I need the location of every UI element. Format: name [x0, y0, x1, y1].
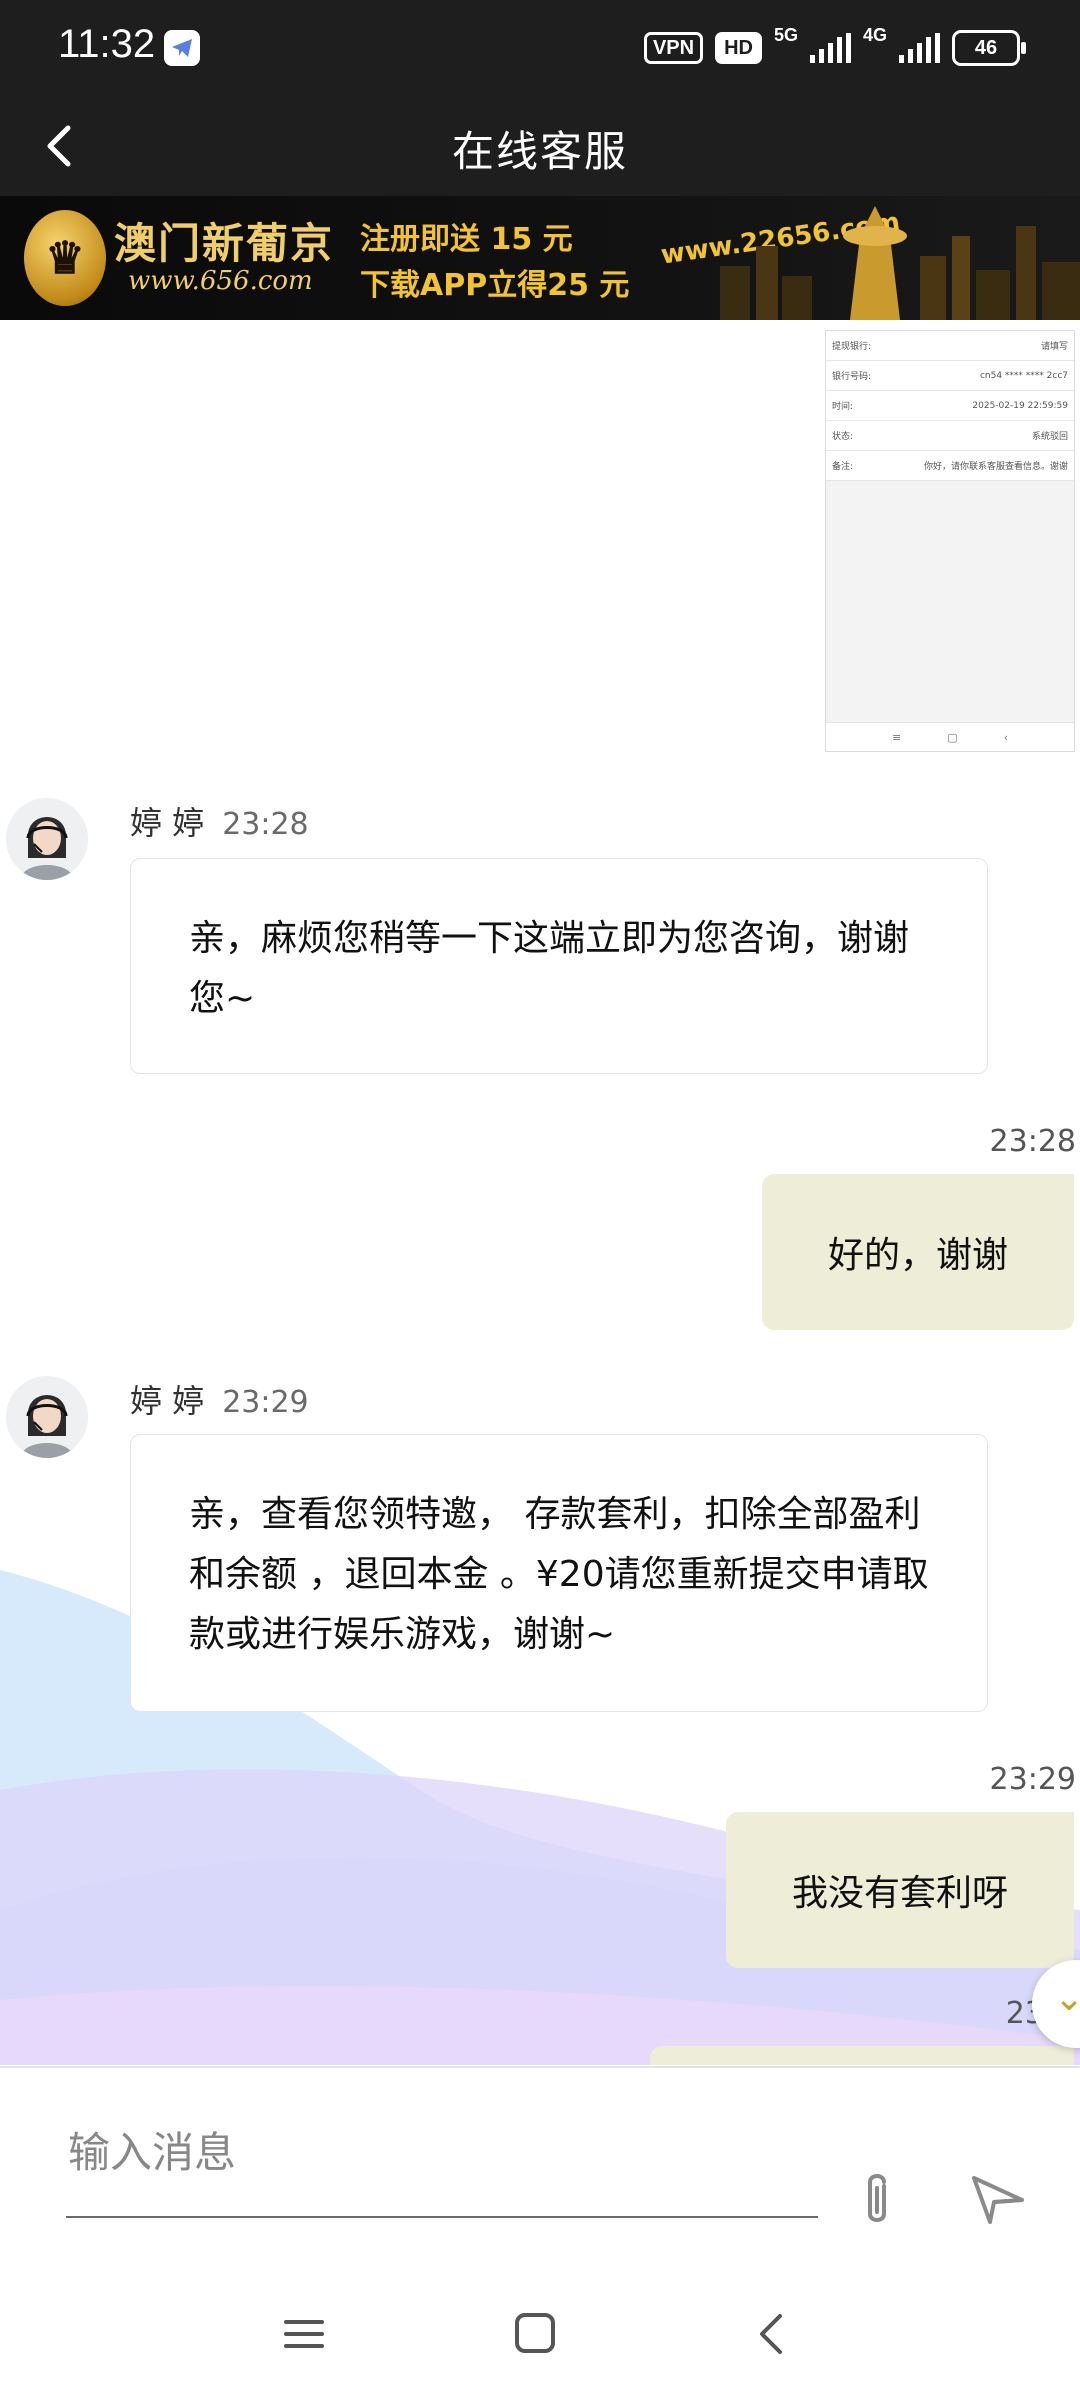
system-nav-bar [0, 2266, 1080, 2400]
paperclip-icon [868, 2174, 886, 2222]
input-underline [66, 2216, 818, 2218]
home-icon: ▢ [947, 730, 958, 744]
banner-promo-line2: 下载APP立得25 元 [360, 268, 630, 303]
preview-label: 银行号码: [832, 372, 872, 382]
message-time: 23:28 [989, 1124, 1076, 1159]
sender-name: 婷 婷 [130, 804, 205, 842]
send-button[interactable] [968, 2172, 1028, 2226]
preview-value: cn54 **** **** 2cc7 [979, 370, 1068, 381]
preview-label: 提现银行: [832, 342, 872, 352]
preview-label: 备注: [832, 462, 854, 472]
menu-icon [284, 2320, 324, 2348]
status-indicators: VPN HD 5G 4G 46 [643, 25, 1026, 68]
outgoing-message[interactable] [650, 2046, 1074, 2065]
menu-icon: ≡ [891, 730, 902, 744]
message-text: 我没有套利呀 [791, 1873, 1008, 1914]
message-sender: 婷 婷 23:29 [130, 1376, 309, 1422]
back-arrow-icon [760, 2314, 782, 2354]
attach-button[interactable] [850, 2168, 904, 2232]
sender-name: 婷 婷 [130, 1382, 205, 1420]
banner-brand-site: www.656.com [128, 266, 313, 296]
message-text: 亲，麻烦您稍等一下这端立即为您咨询，谢谢您~ [189, 918, 910, 1019]
message-text: 好的，谢谢 [827, 1235, 1008, 1276]
signal-bars-icon [809, 33, 851, 63]
signal-bars-icon [899, 33, 940, 63]
network-5g-label: 5G [773, 25, 798, 45]
banner-brand-name: 澳门新葡京 [114, 219, 335, 268]
preview-row: 提现银行: 请填写 [826, 331, 1074, 361]
preview-row: 备注: 你好，请你联系客服查看信息。谢谢 [826, 451, 1074, 481]
avatar[interactable] [6, 798, 88, 880]
agent-avatar-icon [6, 798, 88, 880]
back-icon: ‹ [1003, 730, 1009, 744]
message-time: 23:29 [222, 1385, 309, 1420]
preview-row: 状态: 系统驳回 [826, 421, 1074, 451]
outgoing-message[interactable]: 好的，谢谢 [762, 1174, 1074, 1330]
message-time: 23:29 [989, 1762, 1076, 1797]
preview-value: 请填写 [1040, 342, 1068, 352]
message-text: 亲，查看您领特邀， 存款套利，扣除全部盈利和余额 ，退回本金 。¥20请您重新提… [189, 1494, 929, 1655]
page-title: 在线客服 [451, 127, 628, 176]
battery-level: 46 [974, 36, 998, 59]
preview-value: 系统驳回 [1031, 432, 1068, 442]
status-time: 11:32 [58, 22, 156, 66]
network-4g-label: 4G [862, 25, 887, 45]
status-bar: 11:32 VPN HD 5G 4G 46 [0, 0, 1080, 96]
message-sender: 婷 婷 23:28 [130, 798, 309, 844]
incoming-message[interactable]: 亲，麻烦您稍等一下这端立即为您咨询，谢谢您~ [130, 858, 988, 1074]
hd-badge: HD [715, 32, 762, 64]
agent-avatar-icon [6, 1376, 88, 1458]
message-input[interactable] [66, 2116, 820, 2188]
brand-logo-icon: ♛ [24, 210, 106, 306]
preview-nav: ≡ ▢ ‹ [826, 722, 1074, 751]
preview-label: 状态: [832, 432, 854, 442]
vpn-badge: VPN [643, 32, 704, 64]
preview-row: 时间: 2025-02-19 22:59:59 [826, 391, 1074, 421]
avatar[interactable] [6, 1376, 88, 1458]
send-icon [972, 2176, 1024, 2224]
system-back-button[interactable] [752, 2310, 792, 2358]
message-time: 23:28 [222, 807, 309, 842]
banner-promo-line1: 注册即送 15 元 [360, 222, 573, 257]
home-icon [515, 2313, 555, 2353]
ad-banner[interactable]: ♛ 澳门新葡京 www.656.com 注册即送 15 元 下载APP立得25 … [0, 196, 1080, 320]
image-message[interactable]: 提现银行: 请填写 银行号码: cn54 **** **** 2cc7 时间: 202… [825, 330, 1075, 752]
telegram-icon [164, 30, 200, 66]
preview-value: 你好，请你联系客服查看信息。谢谢 [923, 462, 1068, 472]
outgoing-message[interactable]: 我没有套利呀 [726, 1812, 1074, 1968]
incoming-message[interactable]: 亲，查看您领特邀， 存款套利，扣除全部盈利和余额 ，退回本金 。¥20请您重新提… [130, 1434, 988, 1712]
chat-area[interactable]: 提现银行: 请填写 银行号码: cn54 **** **** 2cc7 时间: 202… [0, 320, 1080, 2065]
home-button[interactable] [514, 2312, 556, 2354]
nav-bar: 在线客服 [0, 96, 1080, 196]
recent-apps-button[interactable] [284, 2314, 324, 2354]
preview-value: 2025-02-19 22:59:59 [972, 400, 1068, 411]
message-input-bar [0, 2066, 1080, 2268]
city-skyline-image [720, 206, 1080, 320]
preview-row: 银行号码: cn54 **** **** 2cc7 [826, 361, 1074, 391]
battery-icon: 46 [952, 30, 1026, 66]
scroll-down-icon: ⌄ [1054, 1978, 1080, 2019]
preview-label: 时间: [832, 402, 854, 412]
